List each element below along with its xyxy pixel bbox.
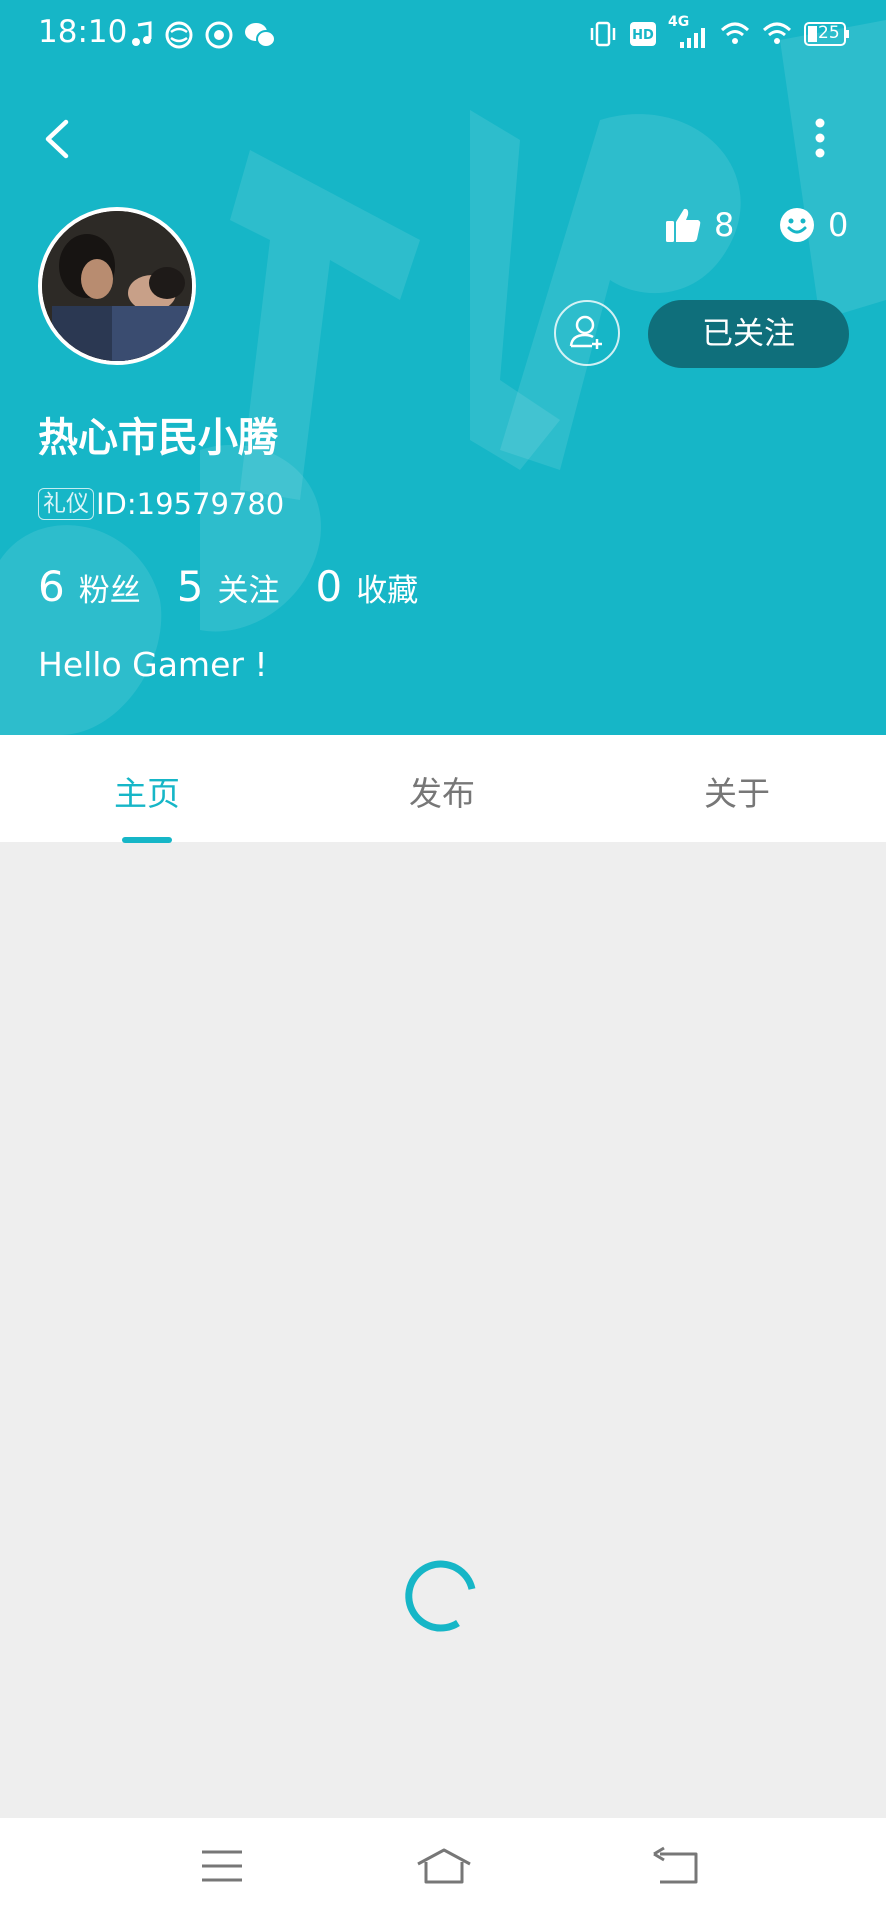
follow-button[interactable]: 已关注 xyxy=(648,300,849,368)
user-id: ID:19579780 xyxy=(96,487,285,521)
tab-home[interactable]: 主页 xyxy=(67,767,227,815)
stat-fans[interactable]: 6 粉丝 xyxy=(38,562,141,611)
smile-icon xyxy=(780,208,814,242)
badge: 礼仪 xyxy=(38,488,94,520)
thumbs-up-icon xyxy=(666,208,701,242)
wifi-icon-2 xyxy=(762,22,792,44)
stat-favorites[interactable]: 0 收藏 xyxy=(315,562,418,611)
stat-value: 6 xyxy=(38,562,65,611)
bio: Hello Gamer ! xyxy=(38,645,268,684)
app-notification-icon xyxy=(205,21,233,49)
cellular-signal-icon: 4G xyxy=(668,14,708,50)
wechat-icon xyxy=(245,23,276,48)
stat-label: 粉丝 xyxy=(78,573,141,609)
likes-counter[interactable]: 8 xyxy=(664,206,734,244)
avatar[interactable] xyxy=(38,207,196,365)
back-icon[interactable] xyxy=(36,112,80,166)
smiles-count: 0 xyxy=(828,206,849,244)
tab-bar: 主页 发布 关于 xyxy=(0,735,886,842)
mobile-carrier-icon xyxy=(165,21,193,49)
status-bar: 18:10 HD 4G 25 xyxy=(0,0,886,70)
avatar-photo xyxy=(42,211,192,361)
system-status-icons: HD 4G 25 xyxy=(588,14,850,52)
battery-level: 25 xyxy=(818,23,840,43)
tab-posts[interactable]: 发布 xyxy=(362,767,522,815)
profile-header: 18:10 HD 4G 25 8 0 已关注 热心市民小腾 礼仪 ID:1957… xyxy=(0,0,886,735)
username: 热心市民小腾 xyxy=(38,415,278,461)
stat-label: 关注 xyxy=(217,573,280,609)
add-friend-button[interactable] xyxy=(554,300,620,366)
hd-icon: HD xyxy=(630,22,656,46)
stat-value: 0 xyxy=(315,562,343,611)
system-navigation-bar xyxy=(0,1818,886,1920)
return-icon[interactable] xyxy=(650,1846,700,1886)
stat-label: 收藏 xyxy=(356,573,419,609)
user-id-row: 礼仪 ID:19579780 xyxy=(38,487,284,521)
tab-indicator xyxy=(122,837,172,843)
smiles-counter[interactable]: 0 xyxy=(778,206,848,244)
likes-count: 8 xyxy=(714,206,735,244)
profile-stats: 6 粉丝 5 关注 0 收藏 xyxy=(38,562,454,611)
notification-icons xyxy=(130,18,276,52)
loading-spinner-icon xyxy=(405,1560,476,1632)
home-icon[interactable] xyxy=(414,1846,474,1886)
music-icon xyxy=(132,21,152,46)
menu-icon[interactable] xyxy=(200,1846,244,1886)
tab-about[interactable]: 关于 xyxy=(657,767,817,815)
stat-following[interactable]: 5 关注 xyxy=(177,562,280,611)
svg-text:HD: HD xyxy=(632,28,654,43)
stat-value: 5 xyxy=(176,562,204,611)
add-user-icon xyxy=(569,315,602,349)
more-vertical-icon[interactable] xyxy=(800,110,840,166)
status-time: 18:10 xyxy=(38,14,128,50)
vibrate-icon xyxy=(590,21,616,47)
battery-icon: 25 xyxy=(804,22,850,46)
wifi-icon xyxy=(720,22,750,44)
